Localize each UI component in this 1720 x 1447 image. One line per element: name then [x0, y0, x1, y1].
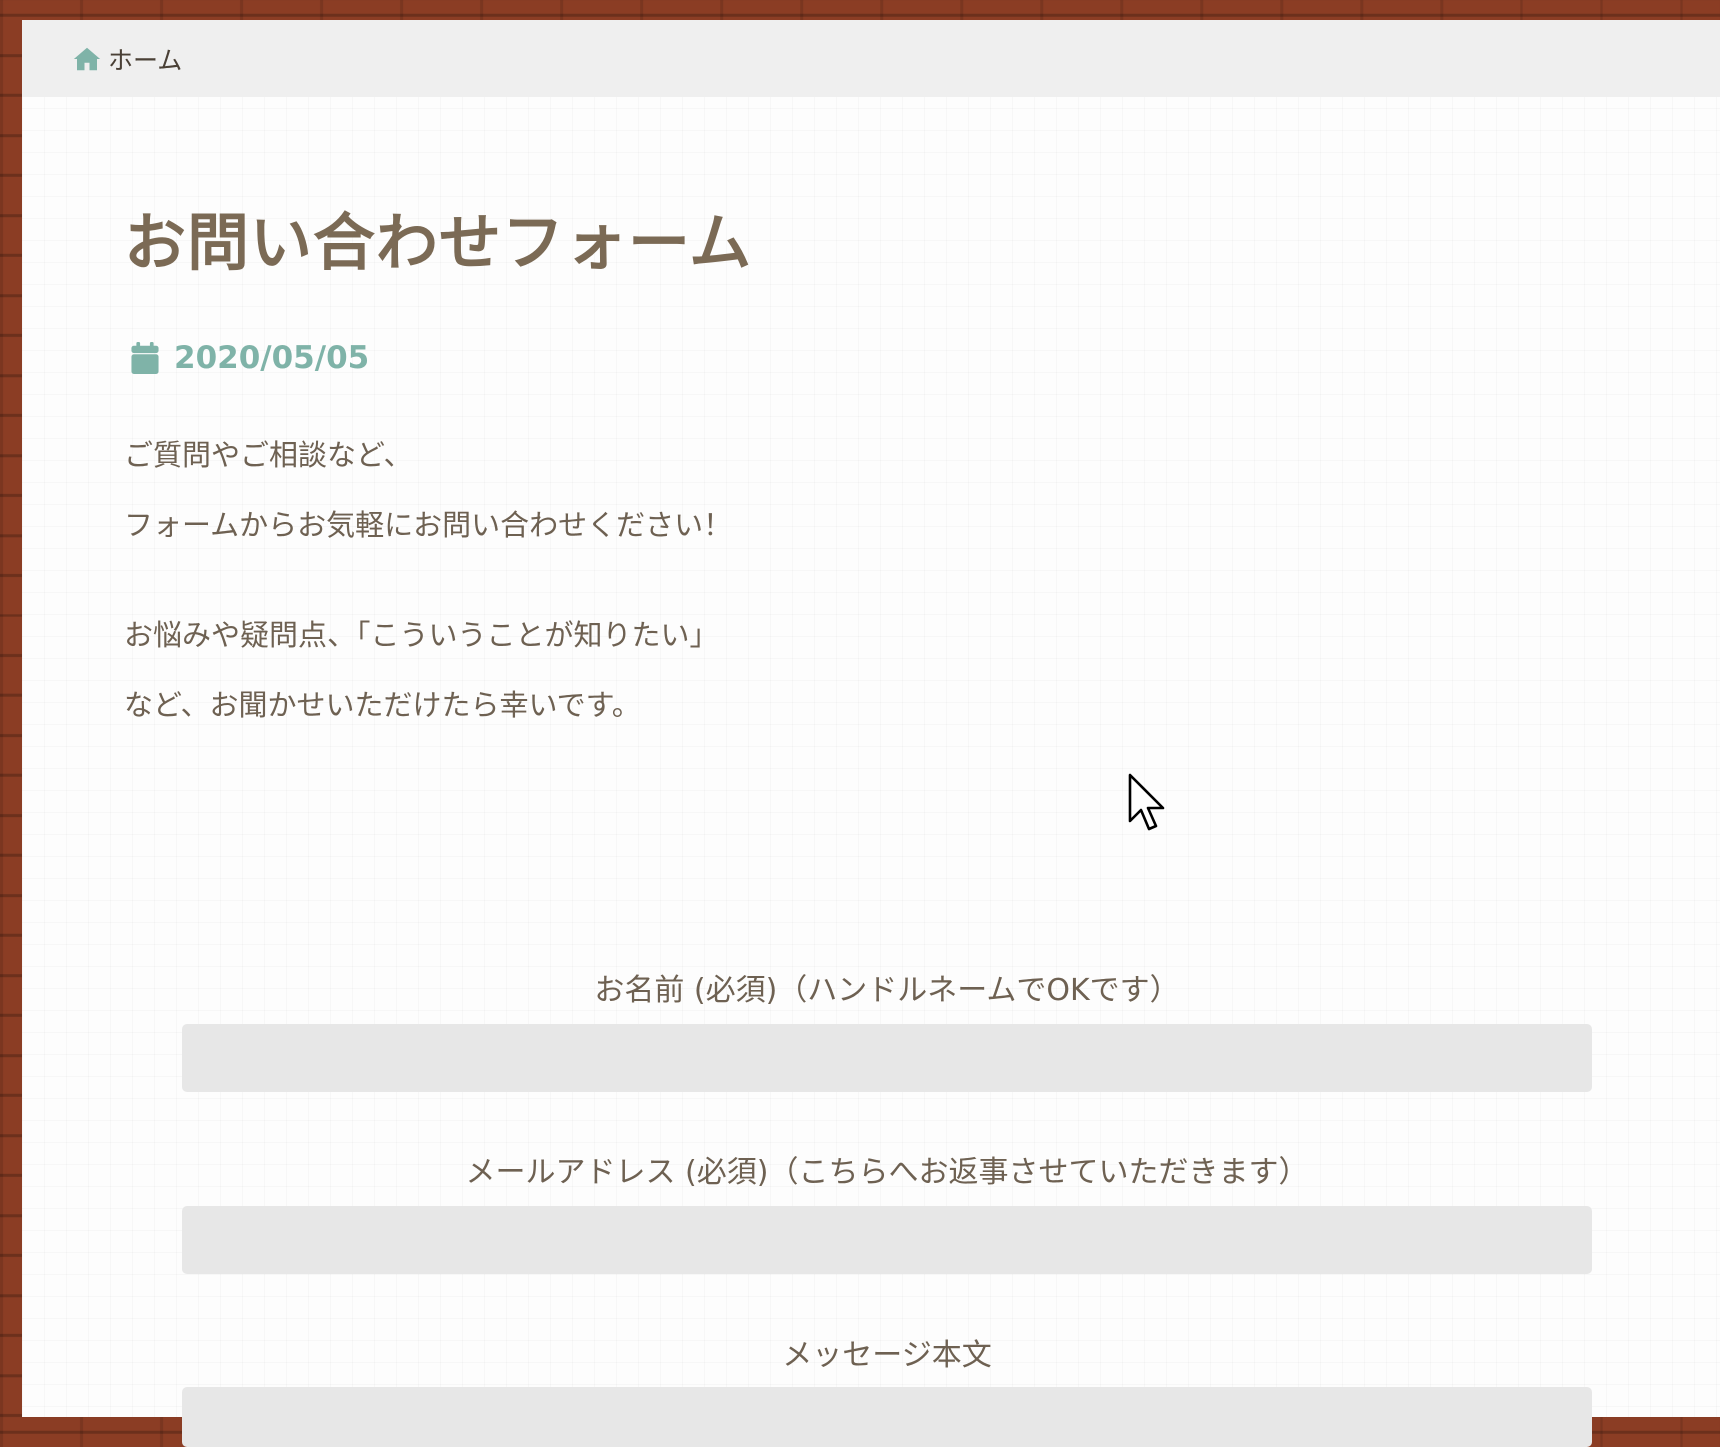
message-textarea[interactable] — [182, 1387, 1592, 1447]
page-title: お問い合わせフォーム — [124, 206, 753, 279]
breadcrumb-home-link[interactable]: ホーム — [108, 41, 182, 77]
date-text: 2020/05/05 — [174, 340, 370, 376]
home-icon[interactable] — [72, 44, 102, 74]
name-input[interactable] — [182, 1024, 1592, 1092]
page-content: ホーム お問い合わせフォーム 2020/05/05 ご質問やご相談など、 フォー… — [22, 20, 1720, 1447]
intro-paragraph-1: ご質問やご相談など、 — [124, 438, 413, 472]
intro-paragraph-3: お悩みや疑問点、「こういうことが知りたい」 — [124, 618, 719, 652]
post-date: 2020/05/05 — [130, 340, 369, 376]
email-input[interactable] — [182, 1206, 1592, 1274]
intro-paragraph-4: など、お聞かせいただけたら幸いです。 — [124, 688, 641, 722]
message-label: メッセージ本文 — [782, 1338, 992, 1373]
name-label: お名前 (必須)（ハンドルネームでOKです） — [594, 973, 1180, 1008]
breadcrumb: ホーム — [22, 20, 1720, 97]
mouse-cursor-icon — [1128, 773, 1165, 831]
calendar-icon — [131, 342, 159, 374]
email-label: メールアドレス (必須)（こちらへお返事させていただきます） — [465, 1155, 1309, 1190]
intro-paragraph-2: フォームからお気軽にお問い合わせください！ — [124, 508, 733, 542]
